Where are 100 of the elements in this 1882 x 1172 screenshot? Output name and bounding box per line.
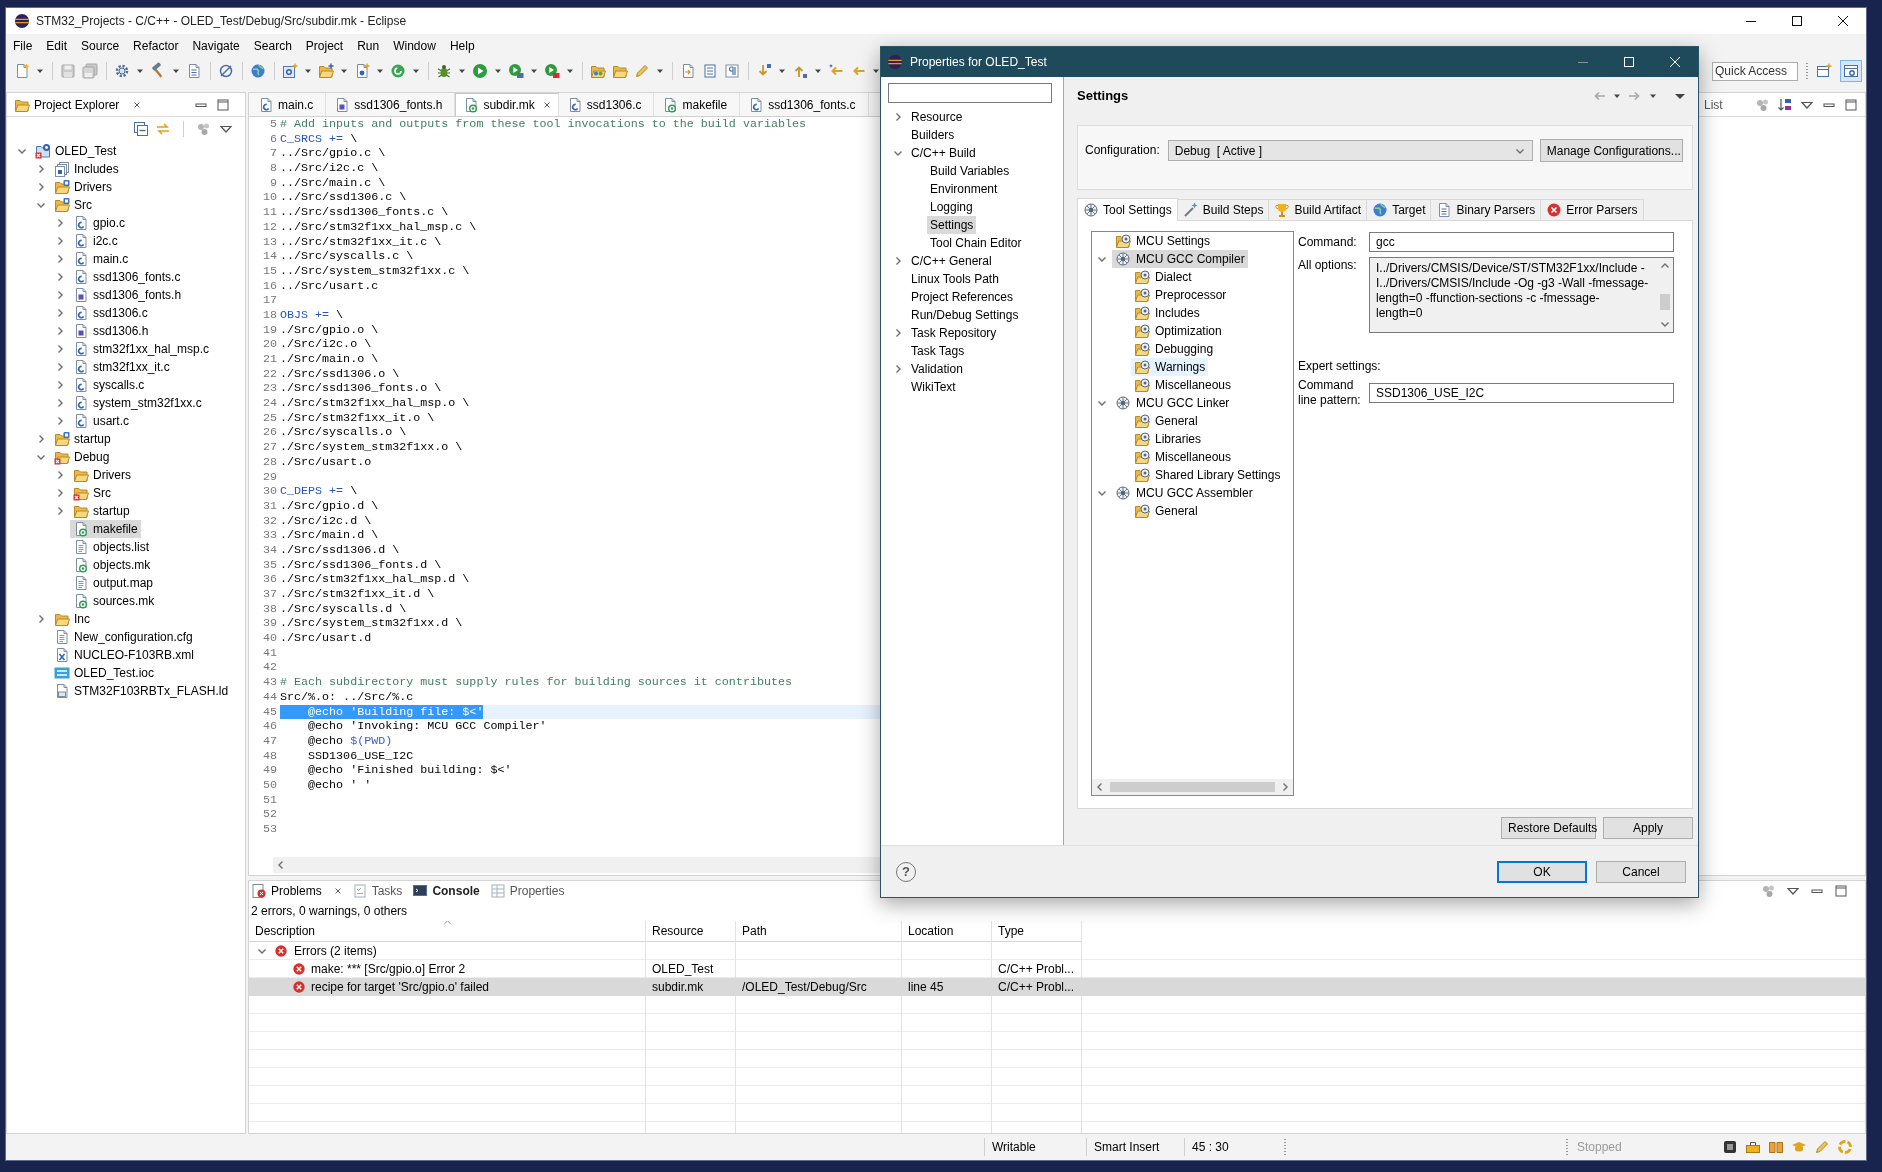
- tree-item[interactable]: objects.mk: [70, 556, 154, 574]
- tree-item[interactable]: Build Variables: [927, 162, 1013, 180]
- scrollbar-thumb[interactable]: [1110, 782, 1275, 792]
- tree-item[interactable]: stm32f1xx_it.c: [70, 358, 173, 376]
- menu-item[interactable]: Source: [74, 38, 127, 53]
- tree-item[interactable]: Run/Debug Settings: [908, 306, 1022, 324]
- tree-item[interactable]: Shared Library Settings: [1131, 466, 1284, 484]
- chip-icon[interactable]: [1722, 1139, 1738, 1155]
- view-tab[interactable]: Tasks: [349, 881, 411, 901]
- tree-item[interactable]: syscalls.c: [70, 376, 148, 394]
- problem-row[interactable]: make: *** [Src/gpio.o] Error 2 OLED_Test C/C++ Probl...: [249, 960, 1865, 978]
- menu-item[interactable]: Refactor: [126, 38, 186, 53]
- tree-item[interactable]: Resource: [908, 108, 966, 126]
- filter-field[interactable]: [888, 83, 1052, 103]
- slash-circle-icon[interactable]: [218, 63, 234, 79]
- caret-icon[interactable]: [872, 67, 880, 75]
- page-arrow-icon[interactable]: [680, 63, 696, 79]
- tree-item[interactable]: output.map: [70, 574, 157, 592]
- caret-icon[interactable]: [412, 67, 420, 75]
- new-file-icon[interactable]: [14, 63, 30, 79]
- tree-item[interactable]: Linux Tools Path: [908, 270, 1002, 288]
- folder-icon[interactable]: [612, 63, 628, 79]
- menu-item[interactable]: Run: [350, 38, 387, 53]
- settings-tab[interactable]: Error Parsers: [1540, 199, 1644, 220]
- tree-item[interactable]: Preprocessor: [1131, 286, 1230, 304]
- tree-item[interactable]: OLED_Test: [32, 142, 120, 160]
- settings-tab[interactable]: Build Steps: [1176, 199, 1270, 220]
- tree-item[interactable]: Settings: [927, 216, 977, 234]
- tree-item[interactable]: Miscellaneous: [1131, 376, 1235, 394]
- caret-icon[interactable]: [304, 67, 312, 75]
- editor-tab[interactable]: ssd1306.c: [558, 93, 655, 116]
- tree-item[interactable]: ssd1306_fonts.c: [70, 268, 184, 286]
- open-perspective-icon[interactable]: [1816, 63, 1832, 79]
- tree-item[interactable]: Environment: [927, 180, 1001, 198]
- tree-item[interactable]: MCU GCC Compiler: [1112, 250, 1248, 268]
- tree-item[interactable]: Src: [51, 196, 95, 214]
- run-tools-icon[interactable]: [508, 63, 524, 79]
- command-field[interactable]: gcc: [1369, 232, 1674, 252]
- tree-item[interactable]: NUCLEO-F103RB.xml: [51, 646, 198, 664]
- scrollbar[interactable]: [1092, 779, 1293, 795]
- close-icon[interactable]: [333, 887, 342, 895]
- sort-icon[interactable]: [1777, 96, 1793, 113]
- options-field[interactable]: I../Drivers/CMSIS/Device/ST/STM32F1xx/Include - I../Drivers/CMSIS/Include -Og -g3 -Wall -fmessage- length=0 -ffunction-sections -c -fmessage- length=0: [1369, 257, 1674, 333]
- tree-item[interactable]: Libraries: [1131, 430, 1205, 448]
- tree-item[interactable]: Validation: [908, 360, 966, 378]
- tree-item[interactable]: Builders: [908, 126, 958, 144]
- quick-access-field[interactable]: Quick Access: [1712, 61, 1798, 81]
- tree-item[interactable]: Dialect: [1131, 268, 1195, 286]
- tree-item[interactable]: Inc: [51, 610, 93, 628]
- editor-tab[interactable]: makefile: [654, 93, 741, 116]
- tree-item[interactable]: General: [1131, 412, 1201, 430]
- tree-item[interactable]: MCU Settings: [1112, 232, 1214, 250]
- apply-button[interactable]: Apply: [1603, 817, 1693, 839]
- run-coverage-icon[interactable]: [544, 63, 560, 79]
- pilcrow-icon[interactable]: [724, 63, 740, 79]
- scrollbar-thumb[interactable]: [1659, 294, 1670, 310]
- tree-item[interactable]: Task Repository: [908, 324, 1000, 342]
- caret-icon[interactable]: [136, 67, 144, 75]
- close-icon[interactable]: [542, 100, 551, 109]
- caret-icon[interactable]: [36, 67, 44, 75]
- binary-file-icon[interactable]: [186, 63, 202, 79]
- configuration-dropdown[interactable]: Debug [ Active ]: [1167, 140, 1533, 161]
- menu-item[interactable]: Search: [246, 38, 299, 53]
- run-icon[interactable]: [472, 63, 488, 79]
- tree-item[interactable]: Includes: [1131, 304, 1203, 322]
- tree-item[interactable]: Tool Chain Editor: [927, 234, 1025, 252]
- tree-item[interactable]: General: [1131, 502, 1201, 520]
- tree-item[interactable]: objects.list: [70, 538, 153, 556]
- new-folder-icon[interactable]: [318, 63, 334, 79]
- editor-tab[interactable]: main.c: [250, 93, 327, 116]
- tree-item[interactable]: Src: [70, 484, 114, 502]
- caret-icon[interactable]: [458, 67, 466, 75]
- restore-defaults-button[interactable]: Restore Defaults: [1501, 817, 1596, 839]
- caret-icon[interactable]: [172, 67, 180, 75]
- tree-item[interactable]: ssd1306_fonts.h: [70, 286, 185, 304]
- tree-item[interactable]: Drivers: [51, 178, 115, 196]
- folder-icon[interactable]: [590, 63, 606, 79]
- settings-tab[interactable]: Target: [1366, 199, 1432, 220]
- tree-item[interactable]: startup: [51, 430, 114, 448]
- tree-item[interactable]: sources.mk: [70, 592, 158, 610]
- cancel-button[interactable]: Cancel: [1596, 860, 1686, 883]
- menu-item[interactable]: Project: [298, 38, 351, 53]
- tree-item[interactable]: Task Tags: [908, 342, 968, 360]
- problem-row[interactable]: recipe for target 'Src/gpio.o' failed subdir.mk /OLED_Test/Debug/Src line 45 C/C++ Probl...: [249, 978, 1865, 996]
- tree-item[interactable]: WikiText: [908, 378, 959, 396]
- column-header[interactable]: Description: [249, 921, 646, 942]
- tree-item[interactable]: system_stm32f1xx.c: [70, 394, 205, 412]
- tree-item[interactable]: stm32f1xx_hal_msp.c: [70, 340, 213, 358]
- editor-tab[interactable]: subdir.mk: [455, 93, 559, 116]
- command-line-pattern-field[interactable]: SSD1306_USE_I2C: [1369, 383, 1674, 403]
- settings-tab[interactable]: Binary Parsers: [1430, 199, 1542, 220]
- view-tab[interactable]: List: [1699, 93, 1723, 116]
- tree-item[interactable]: i2c.c: [70, 232, 121, 250]
- caret-icon[interactable]: [814, 67, 822, 75]
- caret-icon[interactable]: [376, 67, 384, 75]
- tree-item[interactable]: makefile: [70, 520, 141, 538]
- caret-icon[interactable]: [566, 67, 574, 75]
- caret-icon[interactable]: [340, 67, 348, 75]
- new-project-icon[interactable]: [282, 63, 298, 79]
- book-icon[interactable]: [1768, 1139, 1784, 1155]
